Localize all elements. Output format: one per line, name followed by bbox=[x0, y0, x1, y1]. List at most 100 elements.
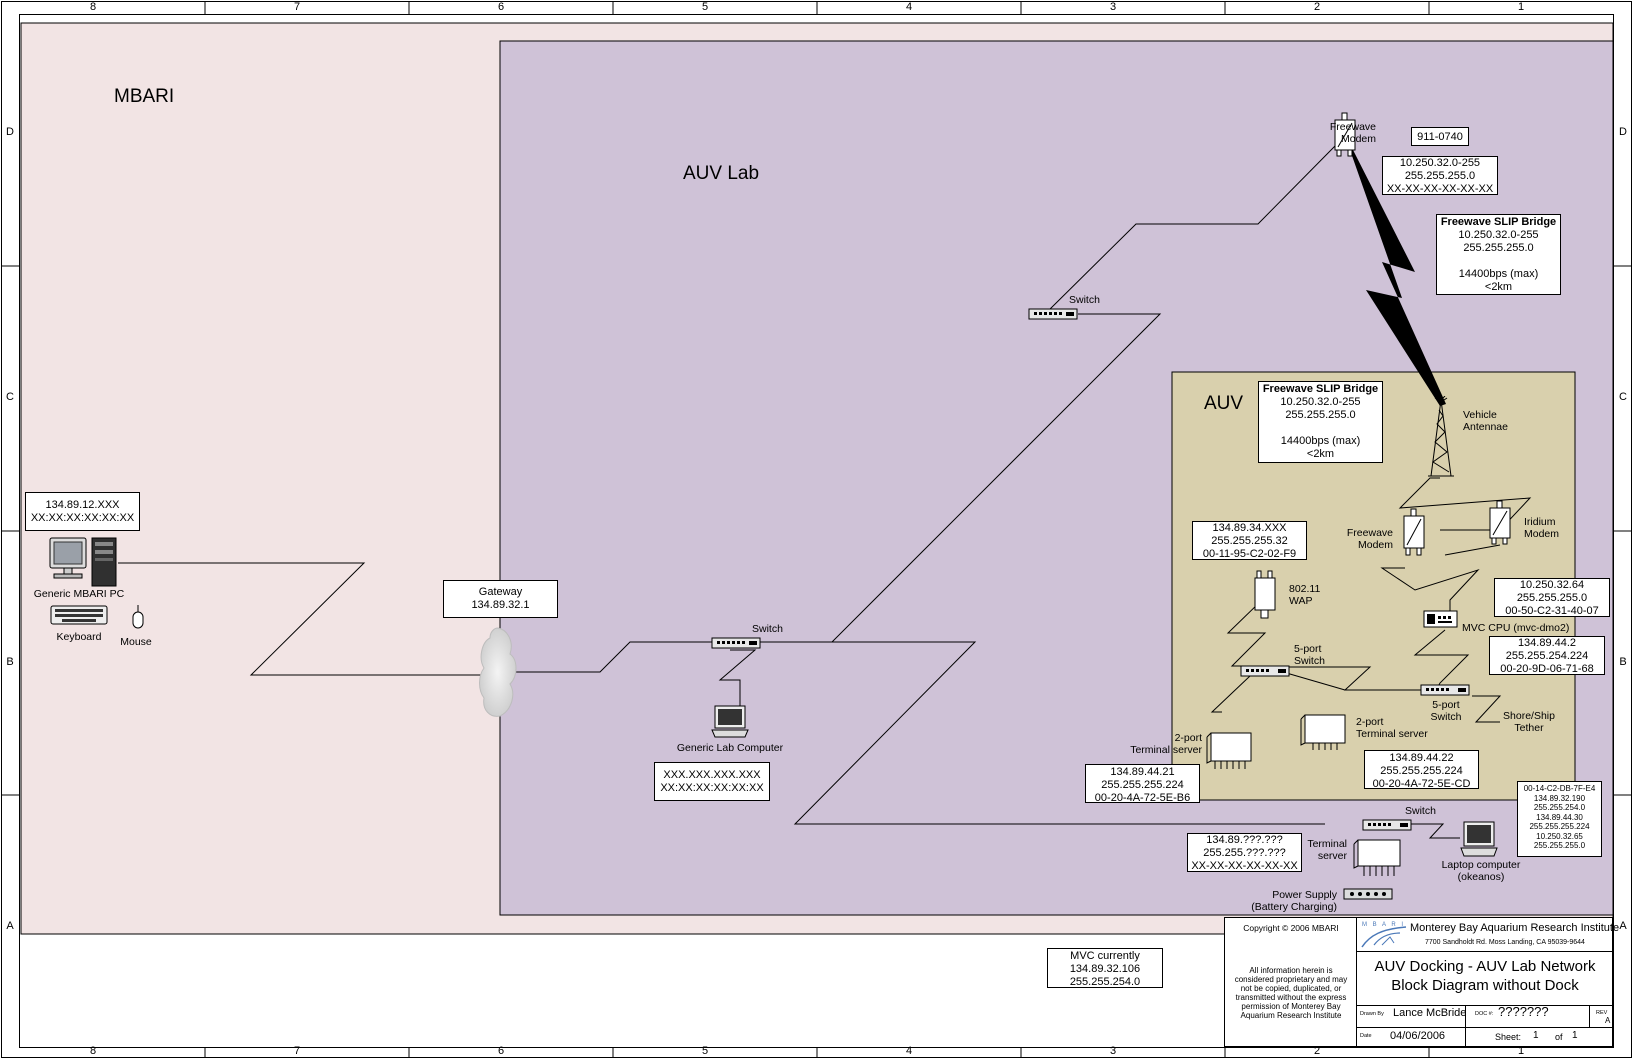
desktop-pc-icon[interactable] bbox=[44, 536, 122, 588]
wap-mask: 255.255.255.32 bbox=[1211, 535, 1288, 547]
laptop-label: Laptop computer (okeanos) bbox=[1432, 859, 1530, 883]
laptop-mask-2: 255.255.255.224 bbox=[1529, 822, 1590, 831]
slip-bridge-outer-title: Freewave SLIP Bridge bbox=[1440, 216, 1557, 228]
lab-switch-lower-label: Switch bbox=[752, 623, 783, 635]
dock-terminal-label: Terminal server bbox=[1295, 838, 1347, 862]
terminal-b-label-1: 2-port bbox=[1356, 716, 1384, 728]
keyboard-icon[interactable] bbox=[50, 604, 108, 628]
grid-row-label: B bbox=[1619, 656, 1627, 668]
iridium-modem-icon[interactable] bbox=[1487, 500, 1513, 550]
mbari-pc-ip: 134.89.12.XXX bbox=[45, 499, 120, 511]
terminal-a-label-2: Terminal server bbox=[1130, 744, 1202, 756]
switch-5port-right-label-1: 5-port bbox=[1432, 699, 1460, 711]
terminal-a-ip: 134.89.44.21 bbox=[1110, 766, 1175, 778]
vehicle-modem-label-2: Modem bbox=[1357, 539, 1393, 551]
dock-switch-label: Switch bbox=[1405, 805, 1436, 817]
slip-bridge-inner-rate: 14400bps (max) bbox=[1280, 435, 1361, 447]
diagram-canvas: MBARI AUV Lab AUV 8877665544332211DDCCBB… bbox=[0, 0, 1633, 1059]
drawn-by-label: Drawn By bbox=[1360, 1011, 1384, 1017]
title-block-notice-6: Aquarium Research Institute bbox=[1240, 1011, 1342, 1020]
slip-bridge-outer-box: Freewave SLIP Bridge 10.250.32.0-255 255… bbox=[1436, 214, 1561, 295]
dock-terminal-mask: 255.255.???.??? bbox=[1203, 847, 1286, 859]
gateway-cloud-icon[interactable] bbox=[476, 624, 520, 720]
date-label: Date bbox=[1360, 1033, 1372, 1039]
terminal-server-b-icon[interactable] bbox=[1299, 713, 1349, 753]
grid-column-label: 4 bbox=[905, 1045, 913, 1057]
title-block-notice-5: permission of Monterey Bay bbox=[1241, 1002, 1341, 1011]
laptop-ip-1: 134.89.32.190 bbox=[1533, 793, 1586, 803]
wap-icon[interactable] bbox=[1252, 570, 1278, 622]
mouse-label: Mouse bbox=[120, 636, 152, 648]
vehicle-modem-icon[interactable] bbox=[1401, 508, 1427, 560]
grid-column-label: 3 bbox=[1109, 1, 1117, 13]
mvc-note-line-2: 134.89.32.106 bbox=[1069, 963, 1141, 975]
grid-row-label: D bbox=[6, 126, 14, 138]
slip-bridge-outer-rate: 14400bps (max) bbox=[1458, 268, 1539, 280]
power-supply-label-1: Power Supply bbox=[1272, 889, 1337, 901]
mbari-pc-mac: XX:XX:XX:XX:XX:XX bbox=[30, 512, 135, 524]
dock-terminal-server-icon[interactable] bbox=[1352, 838, 1404, 880]
mbari-pc-info-box: 134.89.12.XXX XX:XX:XX:XX:XX:XX bbox=[25, 492, 140, 531]
date-value: 04/06/2006 bbox=[1390, 1030, 1446, 1042]
slip-bridge-inner-mask: 255.255.255.0 bbox=[1285, 409, 1356, 421]
switch-5port-right-label-2: Switch bbox=[1430, 711, 1462, 723]
dock-terminal-mac: XX-XX-XX-XX-XX-XX bbox=[1191, 860, 1298, 872]
slip-bridge-outer-mask: 255.255.255.0 bbox=[1463, 242, 1534, 254]
iridium-label-1: Iridium bbox=[1524, 516, 1556, 528]
rev-value: A bbox=[1605, 1016, 1611, 1025]
shore-modem-ip: 10.250.32.0-255 bbox=[1399, 157, 1481, 169]
wap-mac: 00-11-95-C2-02-F9 bbox=[1202, 548, 1297, 560]
laptop-mac: 00-14-C2-DB-7F-E4 bbox=[1523, 784, 1596, 793]
grid-column-label: 7 bbox=[293, 1, 301, 13]
title-block-title: AUV Docking - AUV Lab Network Block Diag… bbox=[1357, 957, 1613, 995]
wap-info-box: 134.89.34.XXX 255.255.255.32 00-11-95-C2… bbox=[1192, 521, 1307, 560]
lab-computer-info-box: XXX.XXX.XXX.XXX XX:XX:XX:XX:XX:XX bbox=[654, 762, 770, 801]
laptop-mask-3: 255.255.255.0 bbox=[1533, 841, 1586, 850]
vehicle-modem-label-1: Freewave bbox=[1346, 527, 1393, 539]
terminal-server-a-icon[interactable] bbox=[1205, 731, 1253, 773]
gateway-ip: 134.89.32.1 bbox=[471, 599, 530, 611]
laptop-ip-3: 10.250.32.65 bbox=[1536, 831, 1583, 841]
mvc-note-line-3: 255.255.254.0 bbox=[1069, 976, 1141, 988]
laptop-icon[interactable] bbox=[711, 704, 749, 740]
grid-column-label: 6 bbox=[497, 1045, 505, 1057]
title-block-org: Monterey Bay Aquarium Research Institute bbox=[1410, 922, 1620, 934]
mouse-icon[interactable] bbox=[130, 604, 146, 632]
mvc-ip-bottom: 134.89.44.2 bbox=[1517, 637, 1577, 649]
slip-bridge-inner-range: <2km bbox=[1306, 448, 1335, 460]
shore-modem-info-box: 10.250.32.0-255 255.255.255.0 XX-XX-XX-X… bbox=[1382, 156, 1498, 195]
lab-switch-upper-icon[interactable] bbox=[1028, 307, 1078, 321]
dock-terminal-label-1: Terminal bbox=[1307, 838, 1347, 850]
switch-5port-left-label-2: Switch bbox=[1294, 655, 1325, 667]
dock-switch-icon[interactable] bbox=[1362, 818, 1412, 832]
laptop-okeanos-icon[interactable] bbox=[1459, 820, 1499, 860]
terminal-a-mask: 255.255.255.224 bbox=[1101, 779, 1184, 791]
grid-column-label: 4 bbox=[905, 1, 913, 13]
slip-bridge-outer-ip: 10.250.32.0-255 bbox=[1458, 229, 1539, 241]
terminal-b-ip: 134.89.44.22 bbox=[1389, 752, 1454, 764]
grid-row-label: D bbox=[1619, 126, 1627, 138]
shore-modem-mac: XX-XX-XX-XX-XX-XX bbox=[1386, 183, 1494, 195]
grid-row-label: A bbox=[6, 920, 14, 932]
mvc-note-line-1: MVC currently bbox=[1070, 950, 1140, 962]
mvc-mac-top: 00-50-C2-31-40-07 bbox=[1505, 605, 1599, 617]
terminal-b-label: 2-port Terminal server bbox=[1356, 716, 1428, 740]
antenna-tower-icon[interactable] bbox=[1426, 396, 1456, 478]
power-supply-icon[interactable] bbox=[1343, 887, 1393, 901]
title-block-title-1: AUV Docking - AUV Lab Network bbox=[1374, 958, 1596, 975]
slip-bridge-inner-ip: 10.250.32.0-255 bbox=[1280, 396, 1361, 408]
sheet-value: 1 bbox=[1533, 1030, 1539, 1041]
shore-modem-label-1: Freewave bbox=[1329, 121, 1376, 133]
lab-switch-lower-icon[interactable] bbox=[711, 636, 761, 650]
tether-label-1: Shore/Ship bbox=[1503, 710, 1555, 722]
terminal-b-info-box: 134.89.44.22 255.255.255.224 00-20-4A-72… bbox=[1364, 750, 1479, 790]
switch-5port-left-icon[interactable] bbox=[1240, 664, 1290, 678]
mvc-info-top-box: 10.250.32.64 255.255.255.0 00-50-C2-31-4… bbox=[1494, 578, 1610, 617]
dock-terminal-label-2: server bbox=[1317, 850, 1347, 862]
slip-bridge-inner-box: Freewave SLIP Bridge 10.250.32.0-255 255… bbox=[1258, 381, 1383, 463]
wap-ip: 134.89.34.XXX bbox=[1212, 522, 1287, 534]
mvc-cpu-icon[interactable] bbox=[1423, 608, 1459, 630]
switch-5port-right-icon[interactable] bbox=[1420, 683, 1470, 697]
shore-modem-label-2: Modem bbox=[1340, 133, 1376, 145]
title-block-notice-1: All information herein is bbox=[1249, 966, 1333, 975]
